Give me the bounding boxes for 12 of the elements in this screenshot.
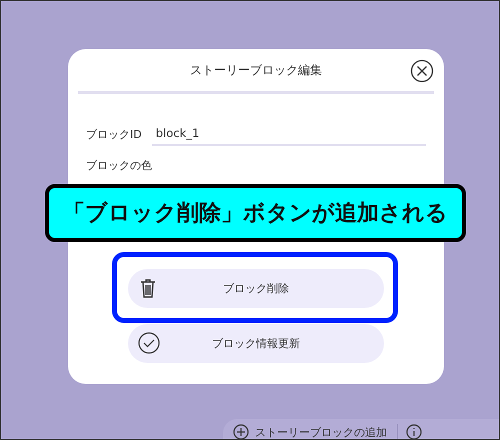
field-label: ブロックID xyxy=(86,126,142,142)
field-label: ブロックの色 xyxy=(86,158,152,172)
add-block-button[interactable]: ストーリーブロックの追加 xyxy=(233,424,398,439)
close-button[interactable] xyxy=(410,59,434,83)
info-button[interactable] xyxy=(406,424,422,439)
trash-icon xyxy=(140,278,156,298)
callout-banner: 「ブロック削除」ボタンが追加される xyxy=(45,184,466,242)
update-button[interactable]: ブロック情報更新 xyxy=(128,324,384,363)
dialog-title: ストーリーブロック編集 xyxy=(190,62,322,78)
check-circle-icon xyxy=(138,332,160,354)
input-field[interactable]: block_1 xyxy=(152,122,426,146)
delete-button[interactable]: ブロック削除 xyxy=(128,269,384,308)
